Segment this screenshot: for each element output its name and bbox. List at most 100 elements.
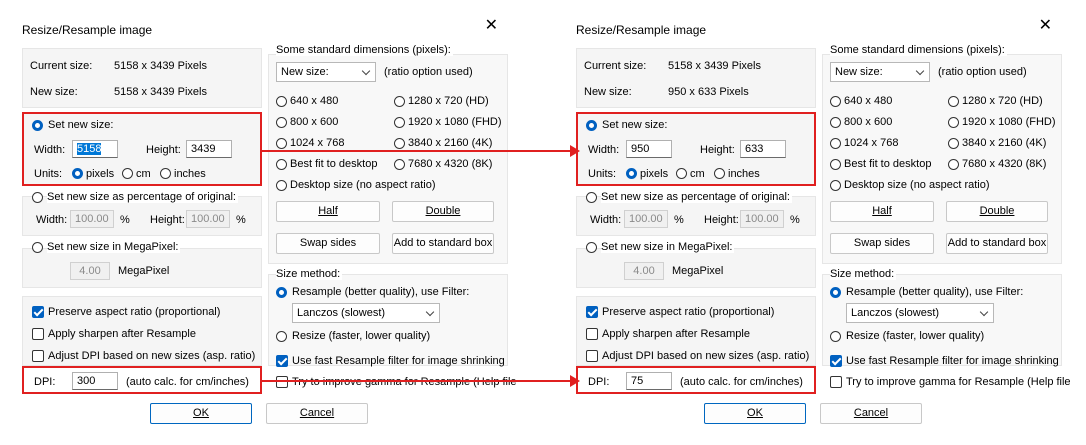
resize-label: Resize (faster, lower quality) [292,330,431,342]
megapixel-input[interactable]: 4.00 [624,262,664,280]
dim-1280-radio[interactable] [394,96,405,107]
adjust-dpi-checkbox[interactable] [586,350,598,362]
resample-radio[interactable] [830,287,841,298]
dim-800-radio[interactable] [276,117,287,128]
cancel-button[interactable]: Cancel [266,403,368,424]
gamma-label: Try to improve gamma for Resample (Help … [846,376,1071,388]
pct-width-unit: % [120,214,130,226]
sharpen-checkbox[interactable] [586,328,598,340]
half-button[interactable]: Half [830,201,934,222]
dim-3840-label: 3840 x 2160 (4K) [408,137,493,149]
percentage-label: Set new size as percentage of original: [601,191,792,203]
dim-1280-radio[interactable] [948,96,959,107]
chevron-down-icon [425,307,435,317]
new-size-dropdown[interactable]: New size: [276,62,376,82]
size-method-label: Size method: [830,268,897,280]
fast-resample-label: Use fast Resample filter for image shrin… [846,355,1059,367]
best-fit-label: Best fit to desktop [290,158,378,170]
desktop-size-radio[interactable] [276,180,287,191]
dim-640-radio[interactable] [830,96,841,107]
percentage-label: Set new size as percentage of original: [47,191,238,203]
sharpen-label: Apply sharpen after Resample [48,328,196,340]
sharpen-checkbox[interactable] [32,328,44,340]
resample-radio[interactable] [276,287,287,298]
megapixel-input[interactable]: 4.00 [70,262,110,280]
chevron-down-icon [979,307,989,317]
dim-7680-label: 7680 x 4320 (8K) [408,158,493,170]
dialog-title: Resize/Resample image [22,23,153,37]
dim-1920-radio[interactable] [394,117,405,128]
resample-label: Resample (better quality), use Filter: [292,286,470,298]
megapixel-radio[interactable] [586,242,597,253]
resize-radio[interactable] [830,331,841,342]
resize-dialog-before: Resize/Resample image ✕ Current size: 51… [0,0,517,445]
new-size-dropdown[interactable]: New size: [830,62,930,82]
arrow-size [262,150,572,152]
dialog-title: Resize/Resample image [576,23,707,37]
gamma-checkbox[interactable] [276,376,288,388]
percentage-radio[interactable] [586,192,597,203]
highlight-dpi [576,366,816,394]
dim-7680-radio[interactable] [394,159,405,170]
ok-button[interactable]: OK [704,403,806,424]
pct-width-label: Width: [36,214,68,226]
preserve-aspect-checkbox[interactable] [586,306,598,318]
desktop-size-radio[interactable] [830,180,841,191]
dim-1920-radio[interactable] [948,117,959,128]
megapixel-label: Set new size in MegaPixel: [601,241,735,253]
dim-800-radio[interactable] [830,117,841,128]
filter-dropdown[interactable]: Lanczos (slowest) [292,303,440,323]
arrow-dpi [262,380,572,382]
double-button[interactable]: Double [946,201,1048,222]
ratio-note: (ratio option used) [938,66,1027,78]
pct-height-input[interactable]: 100.00 [740,210,784,228]
preserve-aspect-checkbox[interactable] [32,306,44,318]
resize-radio[interactable] [276,331,287,342]
gamma-label: Try to improve gamma for Resample (Help … [292,376,517,388]
size-method-label: Size method: [276,268,343,280]
dim-800-label: 800 x 600 [844,116,893,128]
percentage-radio[interactable] [32,192,43,203]
pct-width-input[interactable]: 100.00 [624,210,668,228]
gamma-checkbox[interactable] [830,376,842,388]
size-info-group [22,48,262,108]
current-size-value: 5158 x 3439 Pixels [114,60,207,72]
dim-1280-label: 1280 x 720 (HD) [408,95,489,107]
new-size-label: New size: [30,86,78,98]
filter-dropdown[interactable]: Lanczos (slowest) [846,303,994,323]
dim-3840-radio[interactable] [394,138,405,149]
swap-sides-button[interactable]: Swap sides [276,233,380,254]
pct-width-input[interactable]: 100.00 [70,210,114,228]
double-button[interactable]: Double [392,201,494,222]
pct-height-input[interactable]: 100.00 [186,210,230,228]
megapixel-unit: MegaPixel [672,265,724,277]
close-icon[interactable]: ✕ [485,18,498,34]
dim-640-radio[interactable] [276,96,287,107]
current-size-label: Current size: [584,60,647,72]
preserve-aspect-label: Preserve aspect ratio (proportional) [48,306,221,318]
add-standard-button[interactable]: Add to standard box [392,233,494,254]
dim-1024-radio[interactable] [276,138,287,149]
dim-3840-radio[interactable] [948,138,959,149]
adjust-dpi-checkbox[interactable] [32,350,44,362]
half-button[interactable]: Half [276,201,380,222]
cancel-button[interactable]: Cancel [820,403,922,424]
add-standard-button[interactable]: Add to standard box [946,233,1048,254]
close-icon[interactable]: ✕ [1039,18,1052,34]
fast-resample-checkbox[interactable] [830,355,842,367]
dim-640-label: 640 x 480 [290,95,339,107]
best-fit-radio[interactable] [830,159,841,170]
fast-resample-checkbox[interactable] [276,355,288,367]
dim-1024-radio[interactable] [830,138,841,149]
megapixel-radio[interactable] [32,242,43,253]
best-fit-radio[interactable] [276,159,287,170]
dim-7680-radio[interactable] [948,159,959,170]
ok-button[interactable]: OK [150,403,252,424]
megapixel-unit: MegaPixel [118,265,170,277]
pct-height-unit: % [236,214,246,226]
pct-width-label: Width: [590,214,622,226]
dim-800-label: 800 x 600 [290,116,339,128]
dim-1024-label: 1024 x 768 [290,137,345,149]
swap-sides-button[interactable]: Swap sides [830,233,934,254]
new-size-value: 950 x 633 Pixels [668,86,749,98]
